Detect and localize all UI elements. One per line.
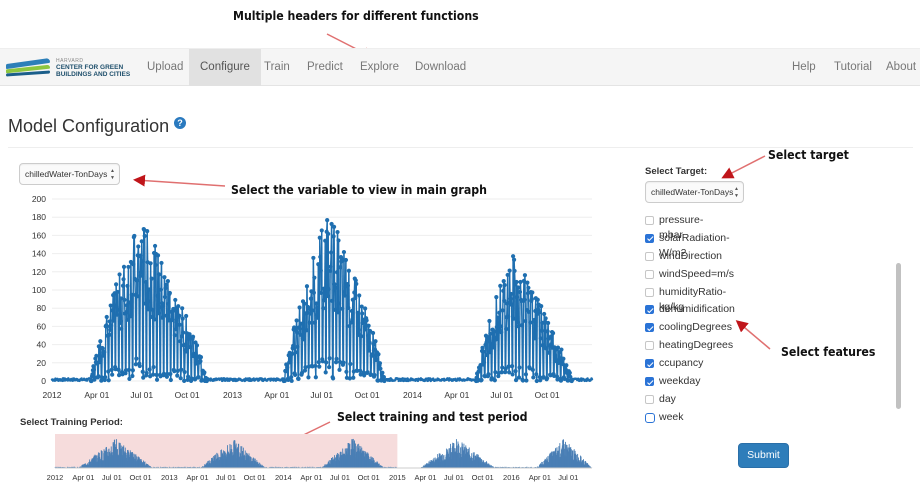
feature-label: day <box>659 392 676 405</box>
target-select-value: chilledWater-TonDays <box>651 187 734 197</box>
nav-predict[interactable]: Predict <box>296 49 354 86</box>
x-tick-label: 2014 <box>403 390 422 400</box>
training-period-label: Select Training Period: <box>20 417 123 428</box>
nav-explore[interactable]: Explore <box>349 49 410 86</box>
nav-about[interactable]: About <box>875 49 920 86</box>
select-caret-icon: ▲ ▼ <box>734 186 739 199</box>
brush-x-tick-label: Jul 01 <box>102 473 122 482</box>
brush-x-tick-label: Apr 01 <box>300 473 322 482</box>
y-tick-label: 20 <box>37 358 47 368</box>
feature-checkbox[interactable] <box>645 305 654 315</box>
y-tick-label: 120 <box>32 267 46 277</box>
series-chilled-water <box>50 218 594 384</box>
brush-x-tick-label: 2014 <box>275 473 292 482</box>
brush-x-tick-label: Oct 01 <box>358 473 380 482</box>
nav-download[interactable]: Download <box>404 49 477 86</box>
feature-label: coolingDegrees <box>659 321 732 334</box>
feature-scrollbar[interactable] <box>896 263 901 409</box>
x-tick-label: Oct 01 <box>355 390 380 400</box>
feature-label: dehumidification <box>659 303 735 316</box>
y-tick-label: 200 <box>32 194 46 204</box>
x-tick-label: Oct 01 <box>535 390 560 400</box>
brush-x-tick-label: Jul 01 <box>444 473 464 482</box>
x-tick-label: 2013 <box>223 390 242 400</box>
select-caret-icon: ▲ ▼ <box>110 168 115 181</box>
submit-button[interactable]: Submit <box>738 443 789 468</box>
nav-tutorial[interactable]: Tutorial <box>823 49 883 86</box>
brush-x-tick-label: Oct 01 <box>472 473 494 482</box>
brush-x-tick-label: Oct 01 <box>244 473 266 482</box>
brush-x-tick-label: Apr 01 <box>186 473 208 482</box>
brush-x-tick-label: 2012 <box>47 473 64 482</box>
logo-text: CENTER FOR GREEN BUILDINGS AND CITIES <box>56 64 131 78</box>
variable-select-value: chilledWater-TonDays <box>25 169 108 179</box>
brush-x-tick-label: Apr 01 <box>414 473 436 482</box>
feature-label: ccupancy <box>659 357 704 370</box>
feature-checkbox[interactable] <box>645 233 654 243</box>
x-tick-label: Apr 01 <box>84 390 109 400</box>
brush-x-tick-label: 2013 <box>161 473 178 482</box>
feature-label: windDirection <box>659 249 723 262</box>
annotation-features: Select features <box>781 344 876 359</box>
x-tick-label: Apr 01 <box>444 390 469 400</box>
feature-checkbox[interactable] <box>645 323 654 333</box>
data-point <box>590 378 594 381</box>
variable-select[interactable]: chilledWater-TonDays ▲ ▼ <box>19 163 120 185</box>
x-tick-label: Jul 01 <box>310 390 333 400</box>
feature-checkbox[interactable] <box>645 341 654 351</box>
y-tick-label: 0 <box>41 376 46 386</box>
select-target-label: Select Target: <box>645 166 708 177</box>
y-tick-label: 60 <box>37 321 47 331</box>
main-chart: 0 20 40 60 80 100 120 140 160 180 200 2012 Apr 01 Jul… <box>32 194 594 400</box>
y-tick-label: 40 <box>37 340 47 350</box>
brush-x-tick-label: Apr 01 <box>529 473 551 482</box>
top-navbar: HARVARD CENTER FOR GREEN BUILDINGS AND C… <box>0 48 920 86</box>
brush-x-tick-label: 2016 <box>503 473 520 482</box>
feature-label: weekday <box>659 375 701 388</box>
nav-upload[interactable]: Upload <box>136 49 194 86</box>
harvard-cgbc-logo[interactable]: HARVARD CENTER FOR GREEN BUILDINGS AND C… <box>6 55 134 81</box>
feature-label: week <box>659 410 684 423</box>
y-tick-label: 160 <box>32 230 46 240</box>
y-tick-label: 80 <box>37 303 47 313</box>
feature-checkbox[interactable] <box>645 394 654 404</box>
nav-configure[interactable]: Configure <box>189 49 261 86</box>
x-tick-label: Apr 01 <box>264 390 289 400</box>
question-circle-icon[interactable]: ? <box>174 117 186 129</box>
feature-checkbox[interactable] <box>645 287 654 297</box>
x-tick-label: 2012 <box>43 390 62 400</box>
brush-x-tick-label: Jul 01 <box>216 473 236 482</box>
brush-x-tick-label: Jul 01 <box>558 473 578 482</box>
y-tick-label: 100 <box>32 285 46 295</box>
x-tick-label: Jul 01 <box>490 390 513 400</box>
brush-x-tick-label: Jul 01 <box>330 473 350 482</box>
y-tick-label: 140 <box>32 249 46 259</box>
feature-checkbox[interactable] <box>645 269 654 279</box>
feature-checkbox[interactable] <box>645 377 654 387</box>
feature-label: heatingDegrees <box>659 339 734 352</box>
feature-checkbox[interactable] <box>645 412 655 423</box>
y-tick-label: 180 <box>32 212 46 222</box>
feature-checkbox[interactable] <box>645 251 654 261</box>
page-title: Model Configuration <box>8 116 170 136</box>
nav-help[interactable]: Help <box>781 49 827 86</box>
target-select[interactable]: chilledWater-TonDays ▲ ▼ <box>645 181 744 203</box>
brush-x-tick-label: Apr 01 <box>72 473 94 482</box>
annotation-headers: Multiple headers for different functions <box>233 8 479 23</box>
brush-x-tick-label: Oct 01 <box>130 473 152 482</box>
annotation-target: Select target <box>768 147 849 162</box>
annotation-period: Select training and test period <box>337 409 528 424</box>
nav-train[interactable]: Train <box>253 49 301 86</box>
x-tick-label: Jul 01 <box>130 390 153 400</box>
feature-checkbox[interactable] <box>645 216 654 225</box>
training-period-brush[interactable]: 2012 Apr 01 Jul 01 Oct 01 2013 Apr 01 Jul 01 Oc… <box>0 432 600 490</box>
feature-label: windSpeed=m/s <box>659 267 735 280</box>
x-tick-label: Oct 01 <box>175 390 200 400</box>
brush-x-tick-label: 2015 <box>389 473 406 482</box>
feature-checkbox[interactable] <box>645 359 654 369</box>
